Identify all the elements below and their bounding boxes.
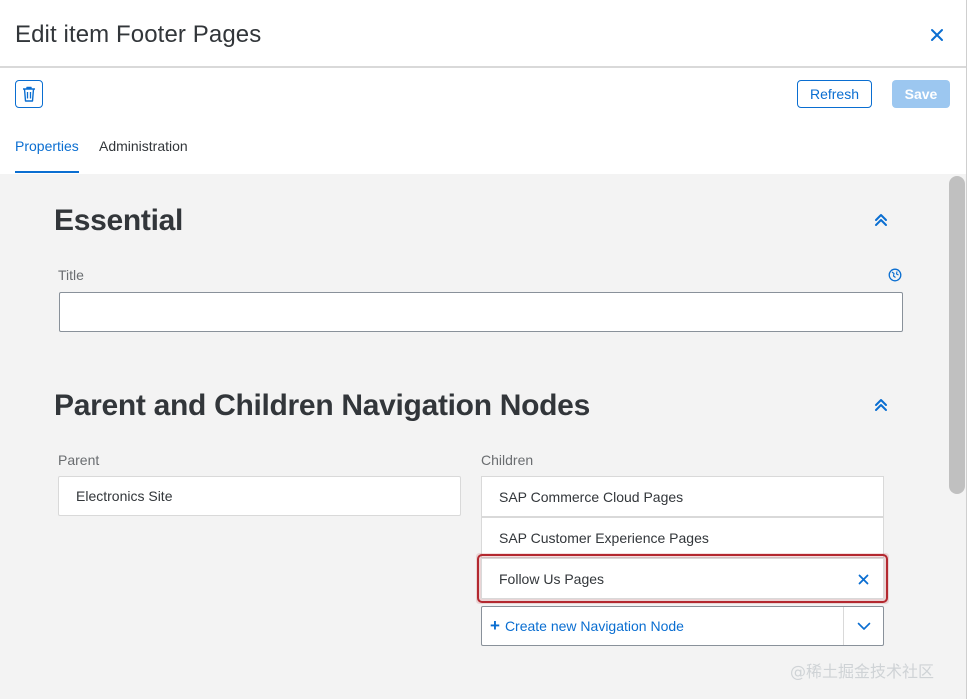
- dialog-title: Edit item Footer Pages: [15, 21, 262, 48]
- create-navigation-node-control: + Create new Navigation Node: [481, 606, 884, 646]
- child-item-label: Follow Us Pages: [499, 570, 605, 587]
- properties-panel: Essential Title Parent and Children Navi…: [0, 174, 966, 699]
- child-item[interactable]: SAP Customer Experience Pages: [481, 517, 884, 558]
- parent-field[interactable]: Electronics Site: [58, 476, 461, 516]
- child-item[interactable]: SAP Commerce Cloud Pages: [481, 476, 884, 517]
- section-title-essential: Essential: [54, 204, 184, 237]
- trash-icon: [23, 86, 35, 102]
- chevron-down-icon: [857, 622, 870, 630]
- plus-icon: +: [490, 616, 500, 635]
- tab-properties[interactable]: Properties: [15, 138, 79, 154]
- child-item-label: SAP Customer Experience Pages: [499, 529, 709, 546]
- child-item-label: SAP Commerce Cloud Pages: [499, 488, 684, 505]
- delete-button[interactable]: [15, 80, 43, 108]
- close-icon: [931, 29, 943, 41]
- watermark: @稀土掘金技术社区: [790, 662, 935, 681]
- child-item-highlighted[interactable]: Follow Us Pages: [477, 554, 888, 603]
- close-button[interactable]: [924, 22, 950, 48]
- globe-icon[interactable]: [888, 268, 902, 282]
- collapse-essential-button[interactable]: [870, 209, 892, 231]
- close-icon: [858, 574, 868, 584]
- create-navigation-node-label: Create new Navigation Node: [504, 618, 684, 634]
- create-navigation-node-button[interactable]: + Create new Navigation Node: [482, 607, 843, 645]
- refresh-button[interactable]: Refresh: [797, 80, 872, 108]
- tab-administration[interactable]: Administration: [99, 138, 188, 154]
- collapse-navigation-button[interactable]: [870, 394, 892, 416]
- active-tab-indicator: [15, 171, 79, 173]
- scrollbar-thumb[interactable]: [949, 176, 965, 494]
- create-node-dropdown-button[interactable]: [843, 607, 883, 645]
- parent-field-label: Parent: [58, 452, 100, 468]
- remove-child-button[interactable]: [855, 571, 871, 587]
- double-chevron-up-icon: [875, 399, 887, 411]
- dialog-right-border: [966, 0, 967, 699]
- double-chevron-up-icon: [875, 214, 887, 226]
- title-input[interactable]: [59, 292, 903, 332]
- section-title-navigation: Parent and Children Navigation Nodes: [54, 389, 590, 422]
- save-button[interactable]: Save: [892, 80, 950, 108]
- dialog-header: Edit item Footer Pages: [0, 0, 966, 68]
- children-field-label: Children: [481, 452, 534, 468]
- title-field-label: Title: [58, 267, 84, 283]
